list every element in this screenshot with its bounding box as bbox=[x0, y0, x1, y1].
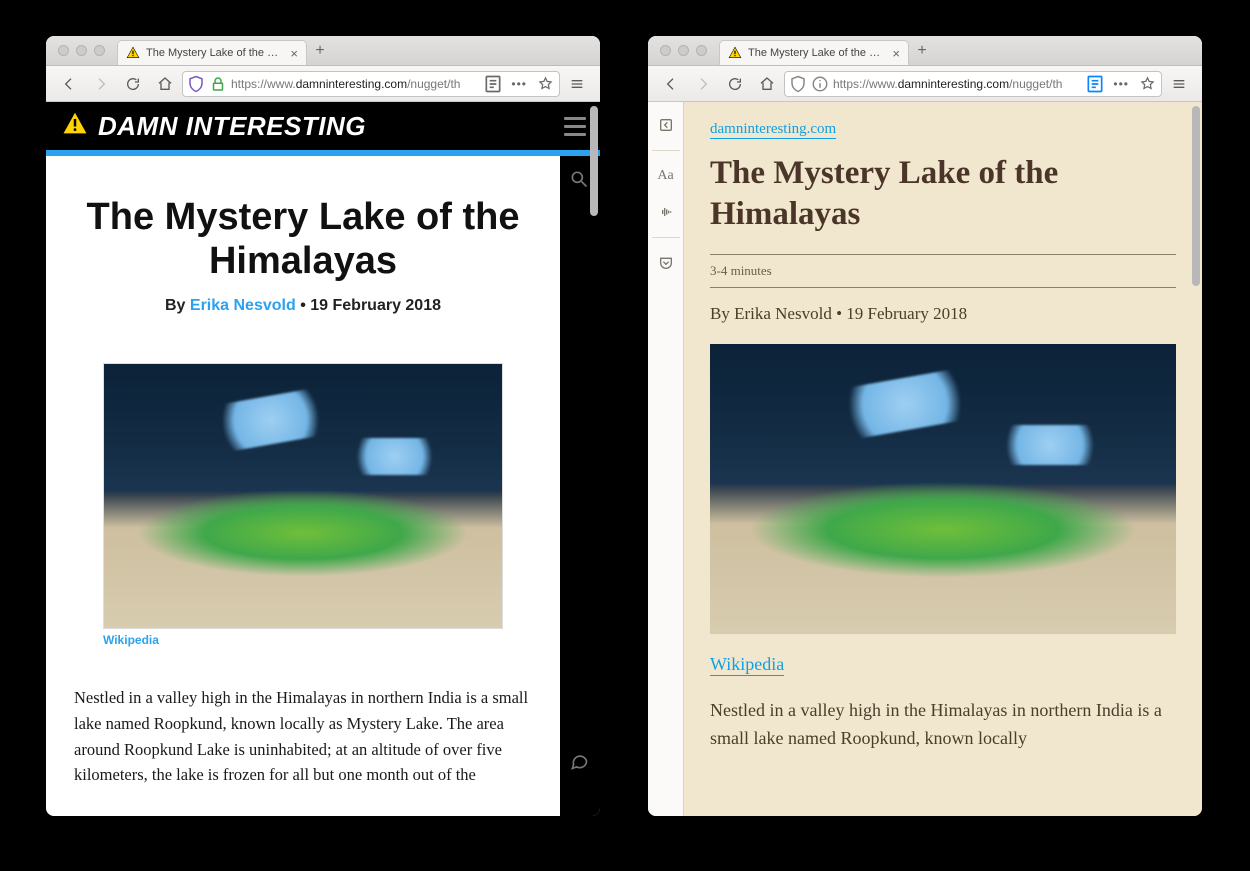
reader-title: The Mystery Lake of the Himalayas bbox=[710, 153, 1176, 236]
reader-sidebar: Aa bbox=[648, 102, 684, 816]
tab-bar: The Mystery Lake of the Himala × + bbox=[648, 36, 1202, 66]
article-container: The Mystery Lake of the Himalayas By Eri… bbox=[46, 156, 560, 816]
tracking-shield-icon[interactable] bbox=[187, 75, 205, 93]
narrate-icon[interactable] bbox=[651, 197, 681, 227]
lock-icon[interactable] bbox=[209, 75, 227, 93]
new-tab-button[interactable]: + bbox=[307, 36, 333, 65]
info-icon[interactable] bbox=[811, 75, 829, 93]
bookmark-star-icon[interactable] bbox=[535, 76, 555, 91]
article-byline: By Erika Nesvold • 19 February 2018 bbox=[74, 297, 532, 315]
page-viewport: DAMN INTERESTING The Mystery Lake of the… bbox=[46, 102, 600, 816]
forward-button bbox=[688, 70, 718, 98]
type-controls-icon[interactable]: Aa bbox=[651, 161, 681, 191]
reader-domain-link[interactable]: damninteresting.com bbox=[710, 121, 836, 139]
browser-window-original: The Mystery Lake of the Himala × + https… bbox=[46, 36, 600, 816]
browser-tab[interactable]: The Mystery Lake of the Himala × bbox=[117, 40, 307, 65]
navigation-toolbar: https://www.damninteresting.com/nugget/t… bbox=[46, 66, 600, 102]
reload-button[interactable] bbox=[118, 70, 148, 98]
article-title: The Mystery Lake of the Himalayas bbox=[74, 196, 532, 283]
reading-time: 3-4 minutes bbox=[710, 263, 1176, 279]
favicon-warning-icon bbox=[126, 46, 140, 60]
reader-content: damninteresting.com The Mystery Lake of … bbox=[684, 102, 1202, 816]
window-controls[interactable] bbox=[46, 36, 117, 65]
home-button[interactable] bbox=[150, 70, 180, 98]
close-tab-icon[interactable]: × bbox=[290, 46, 298, 61]
navigation-toolbar: https://www.damninteresting.com/nugget/t… bbox=[648, 66, 1202, 102]
app-menu-button[interactable] bbox=[1164, 70, 1194, 98]
bookmark-star-icon[interactable] bbox=[1137, 76, 1157, 91]
browser-window-reader: The Mystery Lake of the Himala × + https… bbox=[648, 36, 1202, 816]
page-viewport: Aa damninteresting.com The Mystery Lake … bbox=[648, 102, 1202, 816]
site-menu-button[interactable] bbox=[564, 117, 586, 136]
page-actions-icon[interactable]: ••• bbox=[1109, 77, 1133, 91]
back-button[interactable] bbox=[54, 70, 84, 98]
page-actions-icon[interactable]: ••• bbox=[507, 77, 531, 91]
browser-tab[interactable]: The Mystery Lake of the Himala × bbox=[719, 40, 909, 65]
tab-title: The Mystery Lake of the Himala bbox=[748, 47, 886, 59]
new-tab-button[interactable]: + bbox=[909, 36, 935, 65]
reader-caption-link[interactable]: Wikipedia bbox=[710, 654, 784, 676]
back-button[interactable] bbox=[656, 70, 686, 98]
home-button[interactable] bbox=[752, 70, 782, 98]
image-caption-link[interactable]: Wikipedia bbox=[103, 633, 503, 647]
scrollbar-thumb[interactable] bbox=[1192, 106, 1200, 286]
window-controls[interactable] bbox=[648, 36, 719, 65]
tab-title: The Mystery Lake of the Himala bbox=[146, 47, 284, 59]
comment-icon[interactable] bbox=[564, 746, 594, 776]
reader-mode-icon[interactable] bbox=[483, 75, 503, 93]
reader-image bbox=[710, 344, 1176, 634]
url-text: https://www.damninteresting.com/nugget/t… bbox=[833, 77, 1081, 91]
url-text: https://www.damninteresting.com/nugget/t… bbox=[231, 77, 479, 91]
site-brand[interactable]: DAMN INTERESTING bbox=[98, 111, 366, 142]
article-image bbox=[103, 363, 503, 629]
close-tab-icon[interactable]: × bbox=[892, 46, 900, 61]
author-link[interactable]: Erika Nesvold bbox=[190, 297, 296, 314]
reload-button[interactable] bbox=[720, 70, 750, 98]
address-bar[interactable]: https://www.damninteresting.com/nugget/t… bbox=[784, 71, 1162, 97]
scrollbar-thumb[interactable] bbox=[590, 106, 598, 216]
close-reader-icon[interactable] bbox=[651, 110, 681, 140]
tracking-shield-icon[interactable] bbox=[789, 75, 807, 93]
pocket-icon[interactable] bbox=[651, 248, 681, 278]
favicon-warning-icon bbox=[728, 46, 742, 60]
publish-date: 19 February 2018 bbox=[310, 297, 441, 314]
forward-button bbox=[86, 70, 116, 98]
site-logo-icon bbox=[60, 109, 90, 144]
reader-body: Nestled in a valley high in the Himalaya… bbox=[710, 696, 1176, 754]
site-header: DAMN INTERESTING bbox=[46, 102, 600, 150]
address-bar[interactable]: https://www.damninteresting.com/nugget/t… bbox=[182, 71, 560, 97]
reader-byline: By Erika Nesvold • 19 February 2018 bbox=[710, 304, 1176, 324]
reader-mode-icon[interactable] bbox=[1085, 75, 1105, 93]
tab-bar: The Mystery Lake of the Himala × + bbox=[46, 36, 600, 66]
article-body: Nestled in a valley high in the Himalaya… bbox=[74, 685, 532, 787]
app-menu-button[interactable] bbox=[562, 70, 592, 98]
article-figure: Wikipedia bbox=[103, 363, 503, 647]
